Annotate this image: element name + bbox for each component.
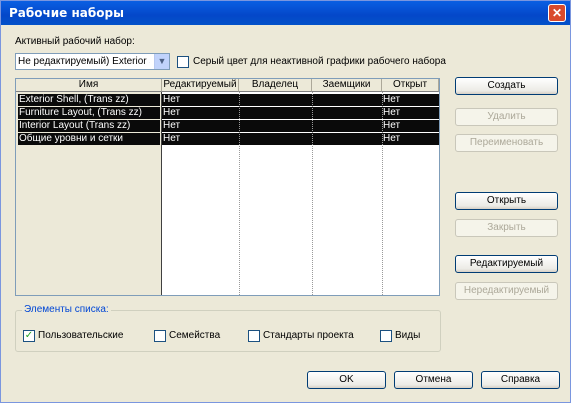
gray-inactive-checkbox[interactable] <box>177 56 189 68</box>
families-label: Семейства <box>169 330 221 341</box>
table-row[interactable]: Нет Нет <box>162 133 439 145</box>
make-editable-button[interactable]: Редактируемый <box>455 255 558 273</box>
list-elements-group: Элементы списка: ✓ Пользовательские Семе… <box>15 304 441 352</box>
make-noneditable-button[interactable]: Нередактируемый <box>455 282 558 300</box>
open-button[interactable]: Открыть <box>455 192 558 210</box>
table-row-name[interactable]: Furniture Layout, (Trans zz) <box>18 107 160 119</box>
standards-checkbox[interactable] <box>248 330 260 342</box>
header-name[interactable]: Имя <box>16 79 162 92</box>
active-workset-value: Не редактируемый) Exterior S <box>18 56 150 67</box>
header-open[interactable]: Открыт <box>382 79 439 92</box>
user-checkbox[interactable]: ✓ <box>23 330 35 342</box>
column-divider <box>382 92 383 295</box>
cancel-button[interactable]: Отмена <box>394 371 473 389</box>
worksets-dialog: Рабочие наборы ✕ Активный рабочий набор:… <box>0 0 571 403</box>
dialog-title: Рабочие наборы <box>9 6 124 20</box>
table-row-name[interactable]: Interior Layout (Trans zz) <box>18 120 160 132</box>
worksets-table[interactable]: Имя Редактируемый Владелец Заемщики Откр… <box>15 78 440 296</box>
header-editable[interactable]: Редактируемый <box>162 79 239 92</box>
chevron-down-icon[interactable]: ▼ <box>154 54 169 69</box>
delete-button[interactable]: Удалить <box>455 108 558 126</box>
rename-button[interactable]: Переименовать <box>455 134 558 152</box>
help-button[interactable]: Справка <box>481 371 560 389</box>
title-bar[interactable]: Рабочие наборы ✕ <box>1 1 570 25</box>
cell-open: Нет <box>383 107 401 118</box>
column-divider <box>239 92 240 295</box>
cell-open: Нет <box>383 133 401 144</box>
user-label: Пользовательские <box>38 330 124 341</box>
families-checkbox[interactable] <box>154 330 166 342</box>
table-row-name[interactable]: Общие уровни и сетки <box>18 133 160 145</box>
cell-editable: Нет <box>163 133 181 144</box>
header-borrowers[interactable]: Заемщики <box>312 79 382 92</box>
cell-open: Нет <box>383 94 401 105</box>
close-workset-button[interactable]: Закрыть <box>455 219 558 237</box>
table-row[interactable]: Нет Нет <box>162 120 439 132</box>
views-label: Виды <box>395 330 421 341</box>
header-owner[interactable]: Владелец <box>239 79 312 92</box>
cell-editable: Нет <box>163 107 181 118</box>
table-row[interactable]: Нет Нет <box>162 107 439 119</box>
views-checkbox[interactable] <box>380 330 392 342</box>
cell-open: Нет <box>383 120 401 131</box>
create-button[interactable]: Создать <box>455 77 558 95</box>
table-row-name[interactable]: Exterior Shell, (Trans zz) <box>18 94 160 106</box>
standards-label: Стандарты проекта <box>263 330 354 341</box>
cell-editable: Нет <box>163 120 181 131</box>
active-workset-select[interactable]: Не редактируемый) Exterior S ▼ <box>15 53 170 70</box>
column-divider <box>312 92 313 295</box>
table-row[interactable]: Нет Нет <box>162 94 439 106</box>
group-title: Элементы списка: <box>22 304 111 315</box>
ok-button[interactable]: OK <box>307 371 386 389</box>
cell-editable: Нет <box>163 94 181 105</box>
active-workset-label: Активный рабочий набор: <box>15 36 135 47</box>
close-icon[interactable]: ✕ <box>548 4 566 22</box>
gray-inactive-label: Серый цвет для неактивной графики рабоче… <box>193 56 446 67</box>
